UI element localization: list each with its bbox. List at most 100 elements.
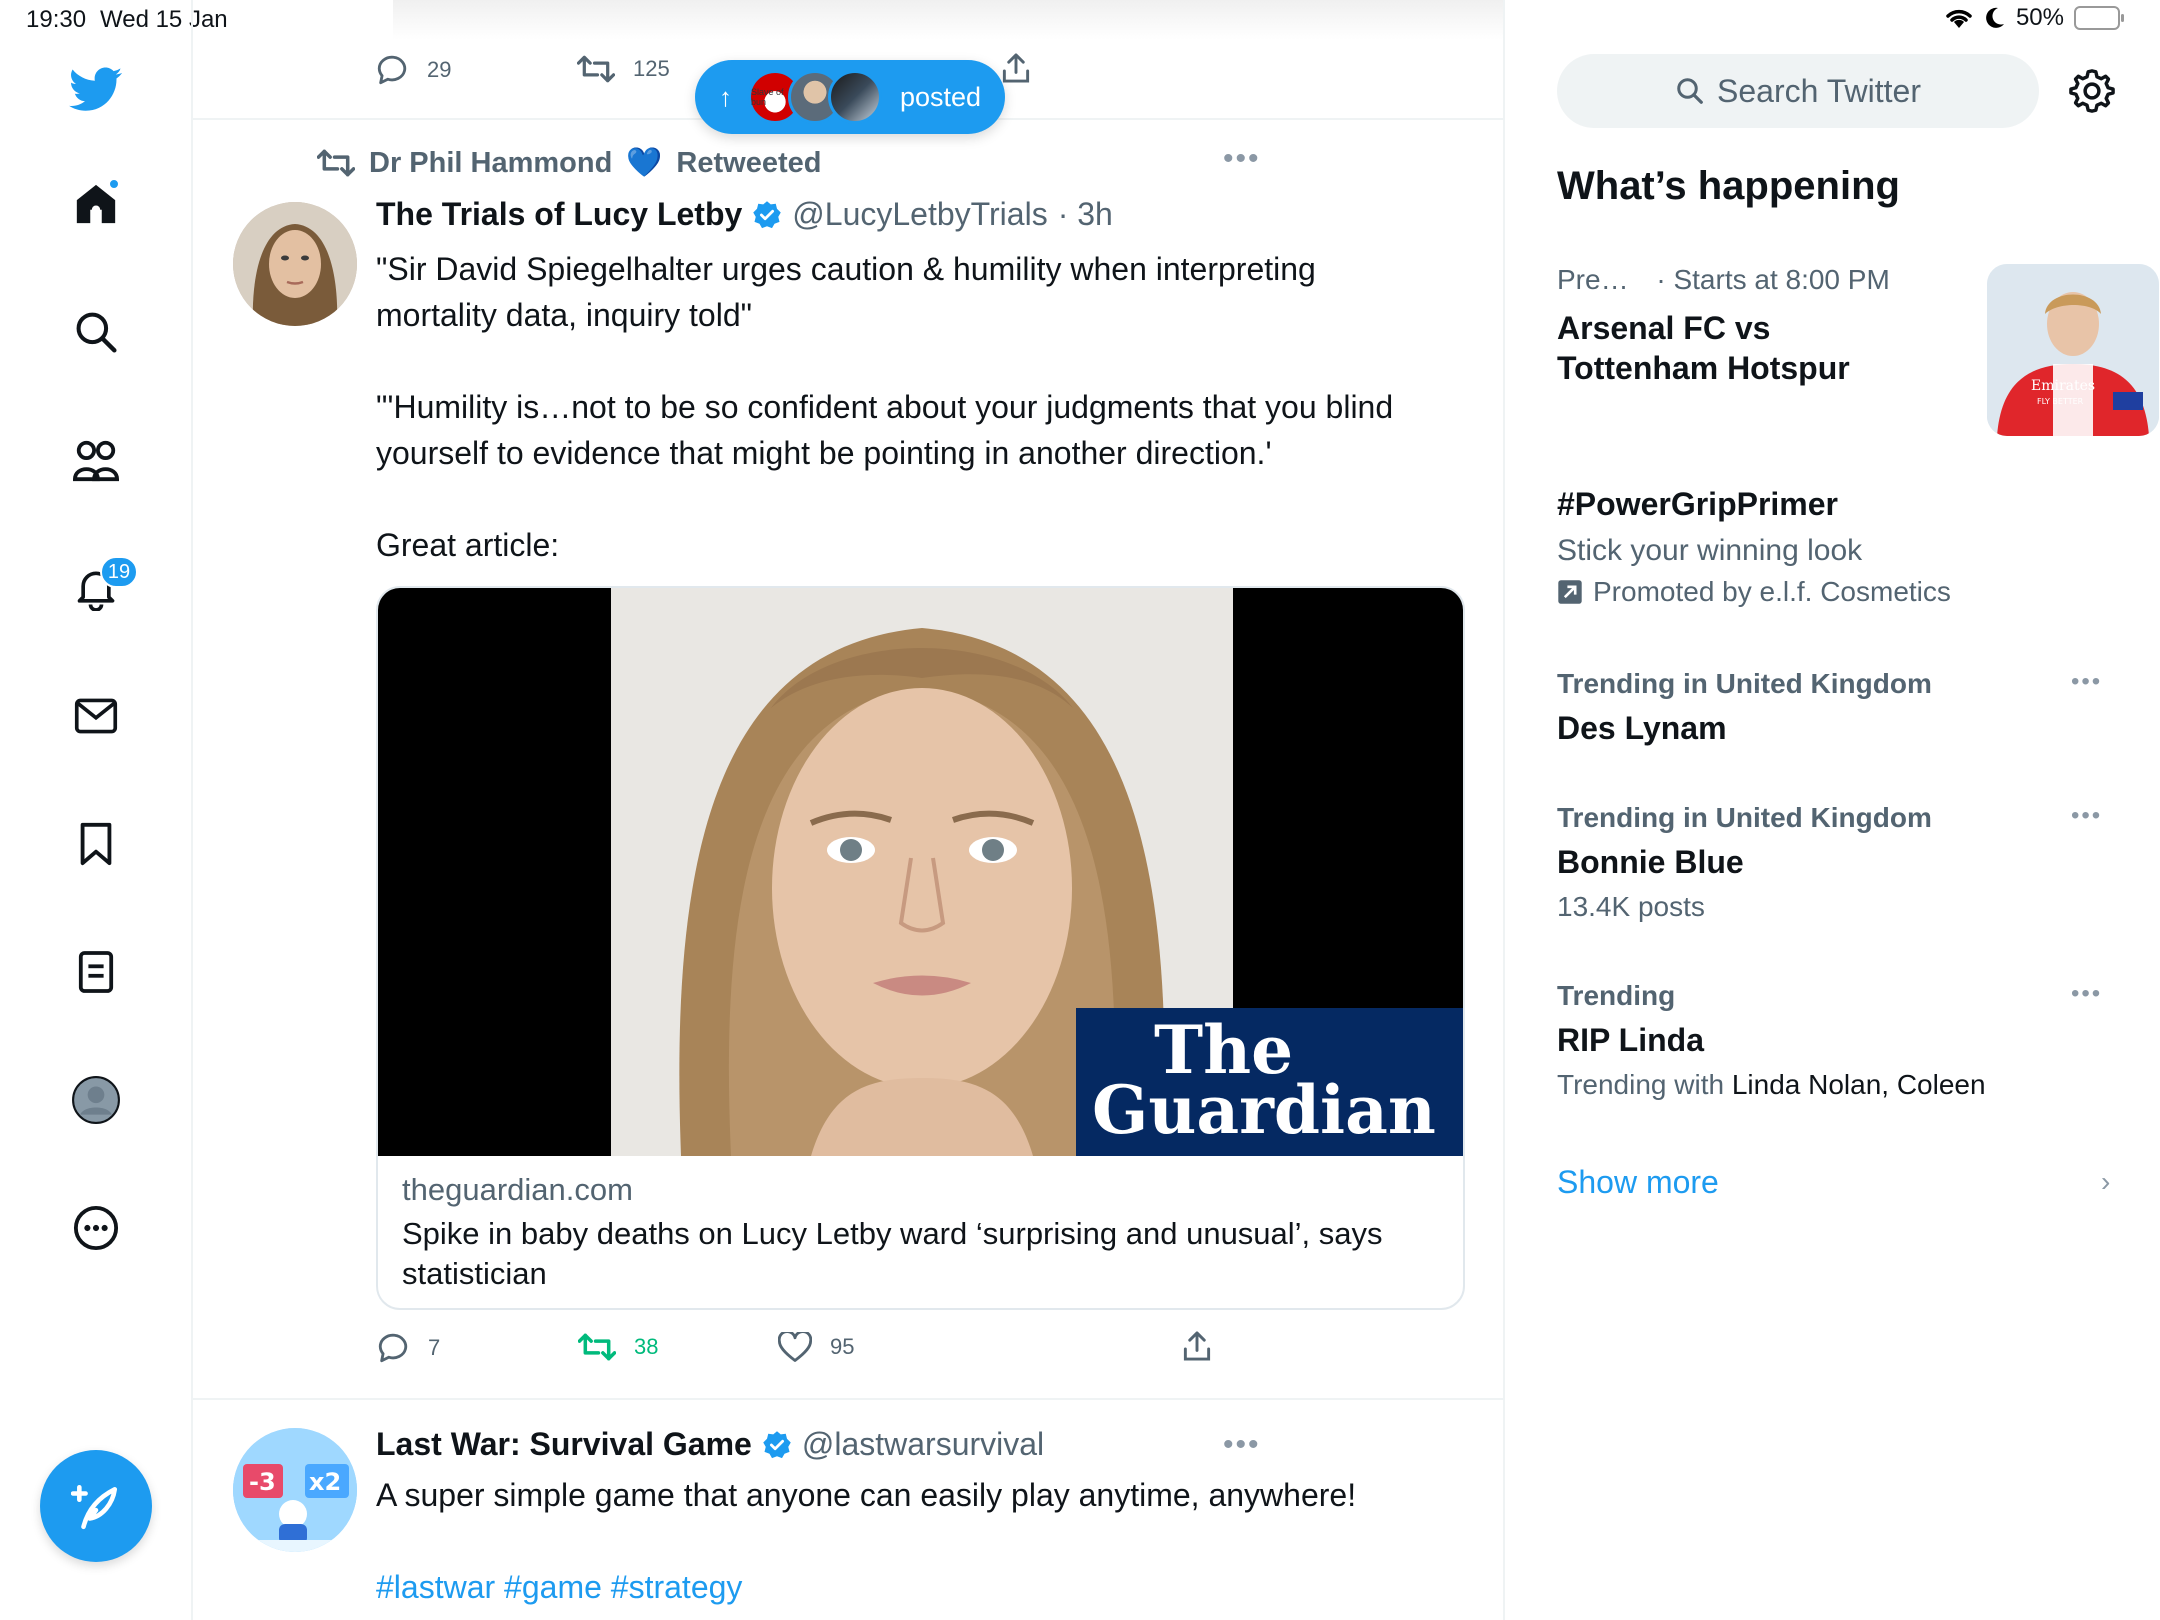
tweet-paragraph-2: "'Humility is…not to be so confident abo… (376, 389, 1394, 471)
trend-start-time: · Starts at 8:00 PM (1656, 264, 1890, 295)
verified-badge-icon (763, 1430, 791, 1458)
tweet-paragraph-1: "Sir David Spiegelhalter urges caution &… (376, 251, 1316, 333)
timeline-feed[interactable]: 29 125 ↑ Slave of bun posted Dr Phil Ham… (193, 0, 1505, 1620)
guardian-logo: The Guardian (1076, 1008, 1463, 1156)
share-action[interactable] (1182, 1330, 1212, 1362)
search-placeholder: Search Twitter (1717, 72, 1921, 109)
author-avatar[interactable]: -3 x2 (233, 1428, 357, 1552)
twitter-logo-icon[interactable] (64, 58, 128, 122)
card-title: Spike in baby deaths on Lucy Letby ward … (402, 1216, 1383, 1291)
tweet-more-options[interactable]: ••• (1223, 142, 1261, 176)
share-icon (1183, 1331, 1211, 1361)
pill-avatar-3 (828, 70, 882, 124)
card-domain: theguardian.com (402, 1172, 633, 1207)
retweeter-name[interactable]: Dr Phil Hammond (369, 147, 612, 180)
trend-more-options[interactable]: ••• (2071, 668, 2102, 696)
trend-more-options[interactable]: ••• (2071, 802, 2102, 830)
top-fade (393, 0, 1503, 40)
reply-action[interactable]: 7 (376, 1332, 440, 1364)
retweet-active-icon (578, 1333, 616, 1361)
trending-with-row: Trending with Linda Nolan, Coleen (1557, 1064, 2117, 1106)
compose-feather-icon (71, 1484, 118, 1530)
communities-icon[interactable] (64, 428, 128, 492)
tweet-text: "Sir David Spiegelhalter urges caution &… (376, 246, 1436, 568)
link-preview-card[interactable]: The Guardian theguardian.com Spike in ba… (376, 586, 1465, 1310)
reply-count: 29 (427, 57, 452, 82)
tweet-last-war-ad[interactable]: -3 x2 Last War: Survival Game @lastwarsu… (193, 1402, 1503, 1620)
trend-post-count: 13.4K posts (1557, 891, 1705, 922)
retweet-small-icon (317, 149, 355, 177)
notifications-bell-icon[interactable]: 19 (64, 556, 138, 620)
trend-arsenal-tottenham[interactable]: Pre… · Starts at 8:00 PM Arsenal FC vs T… (1557, 264, 2159, 444)
trend-rip-linda[interactable]: Trending RIP Linda Trending with Linda N… (1557, 980, 2117, 1106)
like-count: 95 (830, 1334, 855, 1359)
author-avatar[interactable] (233, 202, 357, 326)
reply-action[interactable]: 29 (375, 54, 451, 86)
promoted-row: Promoted by e.l.f. Cosmetics (1557, 576, 2117, 608)
share-icon (1002, 53, 1030, 83)
promoted-arrow-icon (1558, 580, 1582, 604)
author-handle[interactable]: @lastwarsurvival (802, 1426, 1044, 1463)
retweet-action[interactable]: 38 (578, 1332, 658, 1362)
retweet-icon (577, 55, 615, 83)
profile-avatar-icon[interactable] (64, 1068, 128, 1132)
trend-meta: Trending in United Kingdom (1557, 802, 1932, 833)
retweet-action[interactable]: 125 (577, 54, 670, 84)
tweet-hashtags[interactable]: #lastwar #game #strategy (376, 1564, 1436, 1610)
author-name[interactable]: The Trials of Lucy Letby (376, 196, 742, 233)
trend-topic: RIP Linda (1557, 1022, 1704, 1058)
retweeted-by-row: Dr Phil Hammond 💙 Retweeted (317, 146, 821, 180)
thumb-sponsor-tag: FLY BETTER (2037, 397, 2084, 406)
bookmarks-icon[interactable] (64, 812, 128, 876)
trending-with-label: Trending with (1557, 1069, 1725, 1100)
trend-topic: Des Lynam (1557, 710, 1727, 746)
share-action[interactable] (1001, 52, 1031, 84)
tweet-paragraph-1: A super simple game that anyone can easi… (376, 1477, 1357, 1513)
author-name[interactable]: Last War: Survival Game (376, 1426, 752, 1463)
tweet-header: The Trials of Lucy Letby @LucyLetbyTrial… (376, 196, 1113, 233)
trend-meta: Trending (1557, 980, 1676, 1011)
home-unread-dot (108, 178, 120, 190)
trend-topic: #PowerGripPrimer (1557, 486, 1838, 522)
search-nav-icon[interactable] (64, 300, 128, 364)
tweet-more-options[interactable]: ••• (1223, 1428, 1261, 1462)
trend-more-options[interactable]: ••• (2071, 980, 2102, 1008)
trend-thumbnail: Emirates FLY BETTER (1987, 264, 2159, 436)
verified-badge-icon (753, 200, 782, 228)
tweet-lucy-letby-trials[interactable]: Dr Phil Hammond 💙 Retweeted The Trials o… (193, 122, 1503, 1400)
messages-mail-icon[interactable] (64, 684, 128, 748)
author-handle[interactable]: @LucyLetbyTrials (792, 196, 1047, 233)
heart-icon (778, 1332, 812, 1362)
whats-happening-title: What’s happening (1557, 164, 1900, 208)
tweet-text: A super simple game that anyone can easi… (376, 1472, 1436, 1610)
trend-category: Pre… (1557, 264, 1629, 295)
like-action[interactable]: 95 (778, 1332, 854, 1362)
card-image: The Guardian (378, 588, 1463, 1156)
settings-gear-icon[interactable] (2069, 68, 2115, 114)
home-icon[interactable] (64, 172, 128, 236)
promoted-by: Promoted by e.l.f. Cosmetics (1593, 576, 1951, 607)
search-icon (1677, 78, 1703, 104)
trend-sub: Stick your winning look (1557, 534, 1863, 567)
guardian-logo-line2: Guardian (1092, 1071, 1436, 1149)
reply-icon (378, 1333, 408, 1363)
retweet-count: 125 (633, 56, 670, 81)
trend-des-lynam[interactable]: Trending in United Kingdom Des Lynam (1557, 668, 2117, 748)
avatar-badge-minus3: -3 (249, 1468, 276, 1496)
lists-icon[interactable] (64, 940, 128, 1004)
tweet-paragraph-3: Great article: (376, 527, 560, 563)
reply-icon (377, 55, 407, 85)
reply-count: 7 (428, 1335, 441, 1360)
thumb-sponsor: Emirates (2031, 378, 2095, 394)
compose-tweet-button[interactable] (40, 1450, 152, 1562)
more-options-circle-icon[interactable] (64, 1196, 128, 1260)
arrow-up-icon: ↑ (719, 81, 732, 112)
blue-heart-emoji: 💙 (626, 147, 663, 179)
search-twitter-box[interactable]: Search Twitter (1557, 54, 2039, 128)
tweet-action-bar: 7 38 95 (376, 1330, 1376, 1372)
trend-promoted-powergrip[interactable]: #PowerGripPrimer Stick your winning look… (1557, 484, 2117, 608)
tweet-header: Last War: Survival Game @lastwarsurvival (376, 1426, 1044, 1463)
show-more-link[interactable]: Show more (1557, 1164, 1719, 1201)
card-info: theguardian.com Spike in baby deaths on … (378, 1156, 1463, 1308)
trend-bonnie-blue[interactable]: Trending in United Kingdom Bonnie Blue 1… (1557, 802, 2117, 928)
